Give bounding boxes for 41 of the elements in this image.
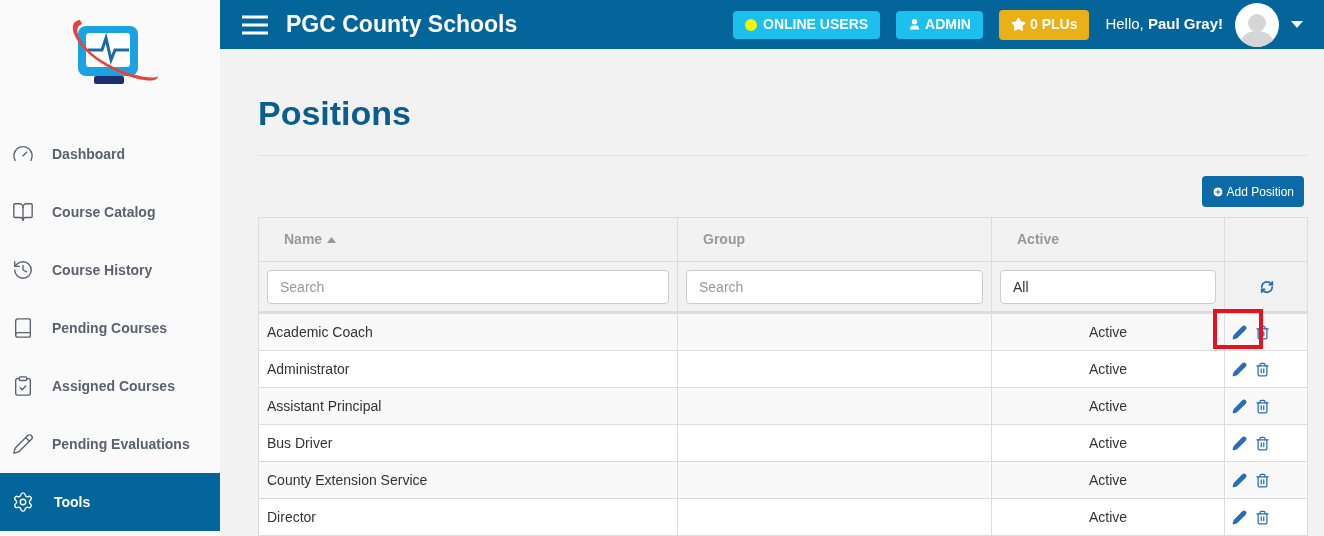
sidebar-item[interactable]: Tools [0, 473, 220, 531]
avatar[interactable] [1235, 2, 1279, 47]
delete-icon[interactable] [1255, 361, 1270, 377]
delete-icon[interactable] [1255, 435, 1270, 451]
pencil-icon [12, 433, 34, 455]
delete-icon[interactable] [1255, 324, 1270, 340]
notebook-icon [12, 201, 34, 223]
edit-icon[interactable] [1232, 361, 1247, 377]
delete-icon[interactable] [1255, 398, 1270, 414]
sidebar-item[interactable]: Course History [0, 241, 220, 299]
user-icon [908, 18, 922, 31]
plus-icon [1211, 185, 1224, 198]
edit-icon[interactable] [1232, 435, 1247, 451]
table-cell: Director [259, 499, 678, 535]
menu-icon[interactable] [242, 14, 268, 35]
edit-icon[interactable] [1232, 324, 1247, 340]
sidebar-item[interactable]: Pending Courses [0, 299, 220, 357]
page-title: Positions [258, 93, 413, 134]
refresh-icon[interactable] [1259, 279, 1274, 294]
sidebar-item[interactable]: Assigned Courses [0, 357, 220, 415]
book-icon [12, 317, 34, 339]
clock-icon [12, 259, 34, 281]
sidebar-item[interactable]: Course Catalog [0, 183, 220, 241]
dropdown-caret-icon[interactable] [1291, 20, 1303, 29]
delete-icon[interactable] [1255, 509, 1270, 525]
edit-icon[interactable] [1232, 398, 1247, 414]
table-cell: Active [992, 499, 1225, 535]
checklist-icon [12, 375, 34, 397]
filter-field[interactable]: All [1000, 269, 1216, 304]
greeting-text: Hello, Paul Gray! [1105, 14, 1223, 35]
sidebar-item[interactable]: Dashboard [0, 125, 220, 183]
add-position-button[interactable]: Add Position [1201, 176, 1304, 207]
edit-icon[interactable] [1232, 509, 1247, 525]
edit-icon[interactable] [1232, 472, 1247, 488]
delete-icon[interactable] [1255, 472, 1270, 488]
filter-field[interactable]: Search [686, 269, 983, 304]
app-title: PGC County Schools [286, 10, 518, 40]
sidebar-item[interactable]: Pending Evaluations [0, 415, 220, 473]
filter-field[interactable]: Search [267, 269, 669, 304]
star-icon [1010, 17, 1026, 32]
settings-icon [12, 491, 34, 513]
